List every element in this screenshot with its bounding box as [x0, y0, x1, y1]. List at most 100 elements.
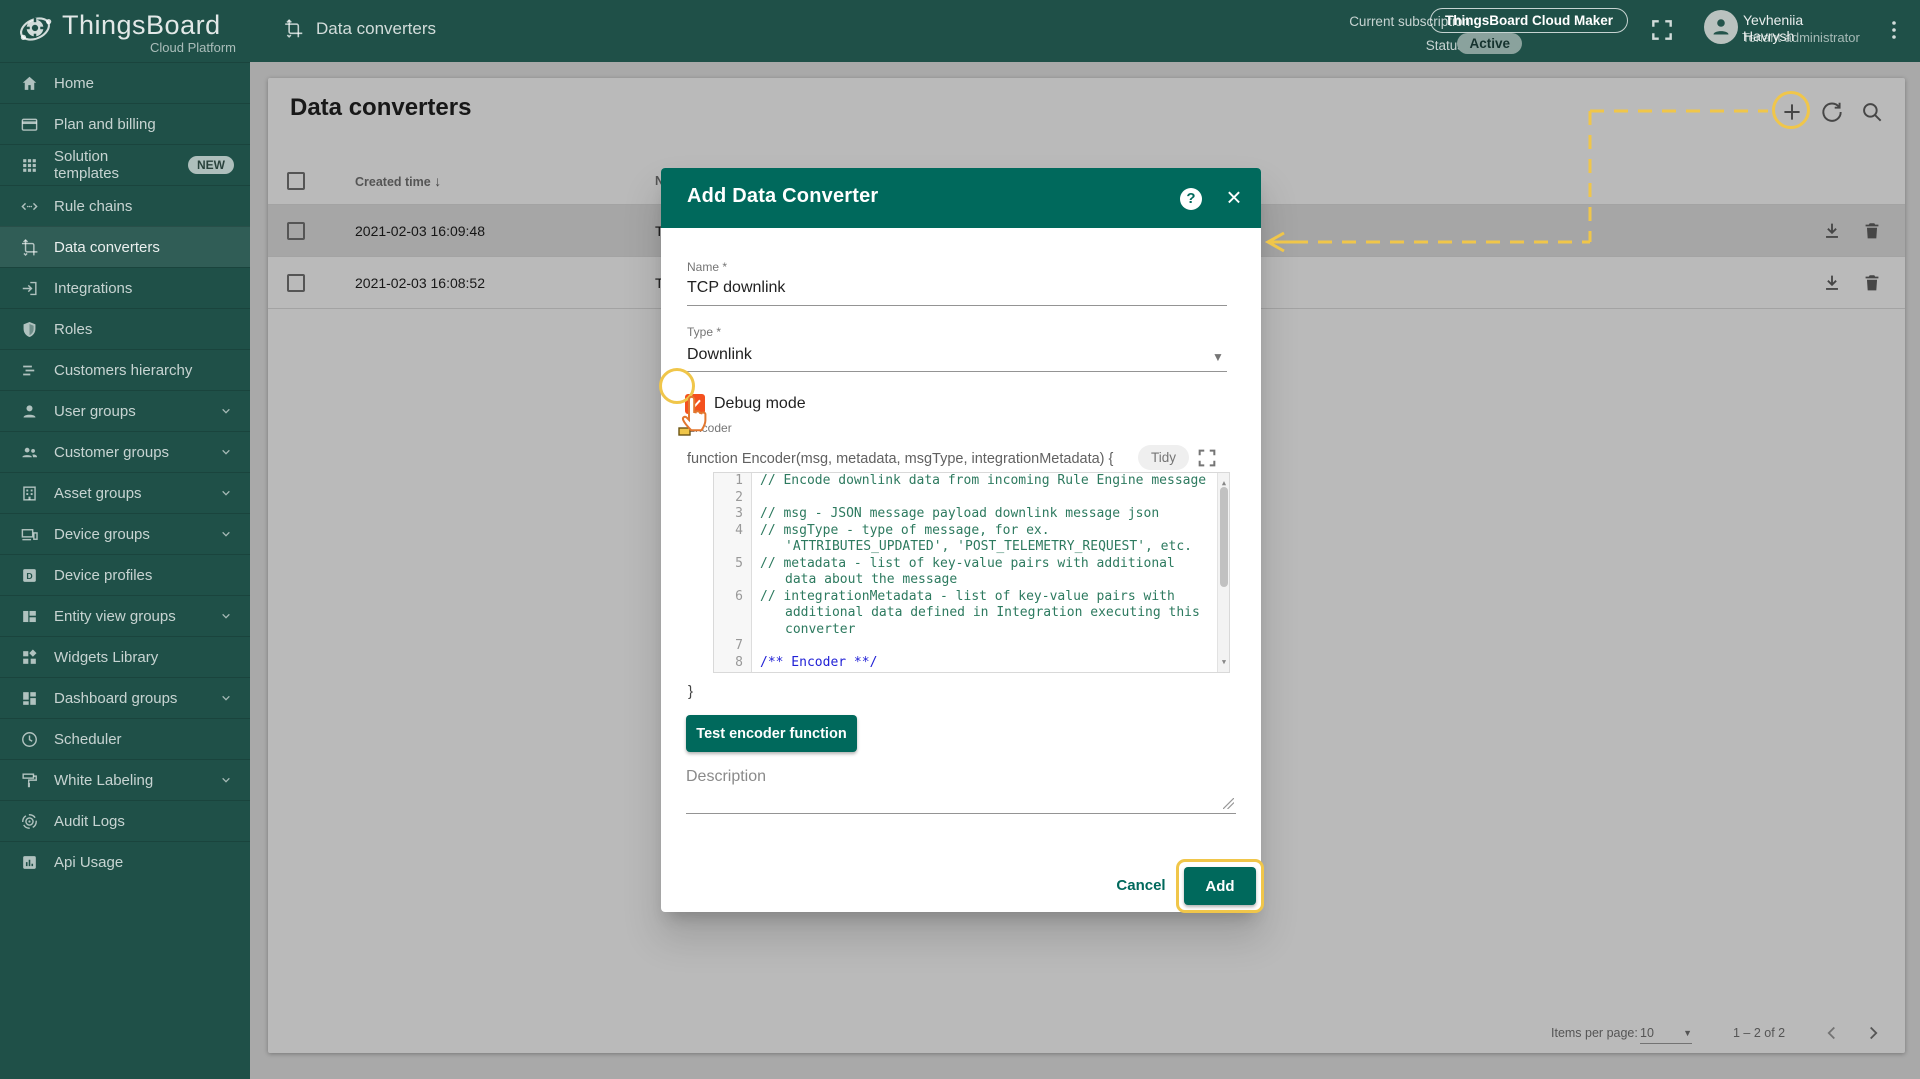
sidebar-item-dashboard-groups[interactable]: Dashboard groups	[0, 677, 250, 718]
customer-groups-icon	[20, 443, 39, 462]
type-field-label: Type *	[687, 325, 722, 339]
encoder-function-signature: function Encoder(msg, metadata, msgType,…	[687, 451, 1114, 467]
sidebar-item-device-profiles[interactable]: Device profiles	[0, 554, 250, 595]
add-button[interactable]: Add	[1184, 867, 1256, 905]
chevron-down-icon	[218, 690, 234, 706]
entity-view-groups-icon	[20, 607, 39, 626]
editor-scrollbar[interactable]: ▲ ▼	[1217, 473, 1229, 672]
sidebar-item-label: Entity view groups	[54, 607, 176, 625]
sidebar-item-audit-logs[interactable]: Audit Logs	[0, 800, 250, 841]
data-converters-icon	[20, 238, 39, 257]
sidebar-item-entity-view-groups[interactable]: Entity view groups	[0, 595, 250, 636]
status-badge: Active	[1457, 33, 1522, 54]
widgets-icon	[20, 648, 39, 667]
line-number: 1	[714, 473, 752, 490]
test-encoder-button[interactable]: Test encoder function	[686, 715, 857, 752]
sidebar-item-user-groups[interactable]: User groups	[0, 390, 250, 431]
fullscreen-icon[interactable]	[1649, 17, 1675, 43]
resize-handle-icon[interactable]	[1223, 798, 1234, 809]
sidebar-item-data-converters[interactable]: Data converters	[0, 226, 250, 267]
sidebar-item-plan-and-billing[interactable]: Plan and billing	[0, 103, 250, 144]
code-line: // Encode downlink data from incoming Ru…	[760, 473, 1207, 488]
name-input[interactable]: TCP downlink	[687, 279, 785, 297]
sidebar-item-label: Roles	[54, 320, 93, 338]
sidebar-item-customers-hierarchy[interactable]: Customers hierarchy	[0, 349, 250, 390]
hierarchy-icon	[20, 361, 39, 380]
rule-chains-icon	[20, 197, 39, 216]
sidebar-item-label: White Labeling	[54, 771, 154, 789]
type-select[interactable]: Downlink	[687, 346, 752, 364]
help-icon[interactable]: ?	[1180, 188, 1202, 210]
sidebar-item-device-groups[interactable]: Device groups	[0, 513, 250, 554]
data-converters-icon	[283, 18, 304, 39]
sidebar: ThingsBoard Cloud Platform Home Plan and…	[0, 0, 250, 1079]
code-line: // msgType - type of message, for ex. 'A…	[760, 522, 1192, 555]
chevron-down-icon	[218, 772, 234, 788]
code-line: // msg - JSON message payload downlink m…	[760, 506, 1160, 521]
asset-groups-icon	[20, 484, 39, 503]
sidebar-item-roles[interactable]: Roles	[0, 308, 250, 349]
code-editor[interactable]: 1 // Encode downlink data from incoming R…	[713, 472, 1230, 673]
sidebar-item-api-usage[interactable]: Api Usage	[0, 841, 250, 882]
debug-mode-checkbox[interactable]	[685, 394, 705, 414]
more-menu-icon[interactable]	[1882, 18, 1906, 42]
line-number: 2	[714, 489, 752, 506]
user-groups-icon	[20, 402, 39, 421]
home-icon	[20, 74, 39, 93]
chevron-down-icon	[218, 526, 234, 542]
sidebar-item-solution-templates[interactable]: Solution templates NEW	[0, 144, 250, 185]
sidebar-item-customer-groups[interactable]: Customer groups	[0, 431, 250, 472]
audit-logs-icon	[20, 812, 39, 831]
code-line: /** Encoder **/	[760, 654, 878, 670]
sidebar-item-integrations[interactable]: Integrations	[0, 267, 250, 308]
expand-editor-icon[interactable]	[1196, 447, 1218, 469]
sidebar-item-white-labeling[interactable]: White Labeling	[0, 759, 250, 800]
chevron-down-icon	[218, 608, 234, 624]
sidebar-item-label: User groups	[54, 402, 136, 420]
encoder-section-label: Encoder	[687, 421, 732, 435]
add-data-converter-dialog: Add Data Converter ? × Name * TCP downli…	[661, 168, 1261, 912]
description-underline	[686, 813, 1236, 814]
subscription-pill[interactable]: ThingsBoard Cloud Maker	[1429, 8, 1628, 33]
sidebar-item-label: Data converters	[54, 238, 160, 256]
sidebar-item-widgets-library[interactable]: Widgets Library	[0, 636, 250, 677]
white-labeling-icon	[20, 771, 39, 790]
api-usage-icon	[20, 853, 39, 872]
name-input-underline	[687, 305, 1227, 306]
sidebar-item-label: Solution templates	[54, 148, 120, 182]
line-number: 8	[714, 654, 752, 671]
person-icon	[1709, 15, 1733, 39]
sidebar-item-asset-groups[interactable]: Asset groups	[0, 472, 250, 513]
user-role: Tenant administrator	[1742, 30, 1860, 45]
sidebar-item-label: Device groups	[54, 525, 150, 543]
line-number: 6	[714, 588, 752, 638]
chevron-down-icon	[218, 444, 234, 460]
check-icon	[687, 396, 703, 412]
caret-down-icon[interactable]: ▼	[1212, 350, 1224, 364]
new-badge: NEW	[188, 156, 234, 174]
tidy-button[interactable]: Tidy	[1138, 445, 1190, 470]
sidebar-item-rule-chains[interactable]: Rule chains	[0, 185, 250, 226]
sidebar-item-label: Api Usage	[54, 853, 124, 871]
name-field-label: Name *	[687, 260, 728, 274]
sidebar-item-label: Scheduler	[54, 730, 122, 748]
sidebar-item-scheduler[interactable]: Scheduler	[0, 718, 250, 759]
close-icon[interactable]: ×	[1221, 182, 1247, 214]
topbar: Data converters Current subscription Thi…	[250, 0, 1920, 62]
sidebar-item-label: Plan and billing	[54, 115, 156, 133]
brand-subtitle: Cloud Platform	[150, 40, 236, 55]
debug-mode-label: Debug mode	[714, 395, 806, 412]
avatar[interactable]	[1704, 10, 1738, 44]
chevron-down-icon	[218, 485, 234, 501]
line-number: 5	[714, 555, 752, 589]
line-number: 9	[714, 671, 752, 672]
sidebar-item-home[interactable]: Home	[0, 62, 250, 103]
cancel-button[interactable]: Cancel	[1106, 867, 1176, 903]
breadcrumb: Data converters	[283, 18, 436, 39]
scrollbar-thumb[interactable]	[1220, 487, 1228, 587]
dialog-header: Add Data Converter ? ×	[661, 168, 1261, 228]
scroll-down-icon[interactable]: ▼	[1218, 654, 1229, 671]
description-textarea[interactable]: Description	[686, 768, 766, 786]
scheduler-icon	[20, 730, 39, 749]
